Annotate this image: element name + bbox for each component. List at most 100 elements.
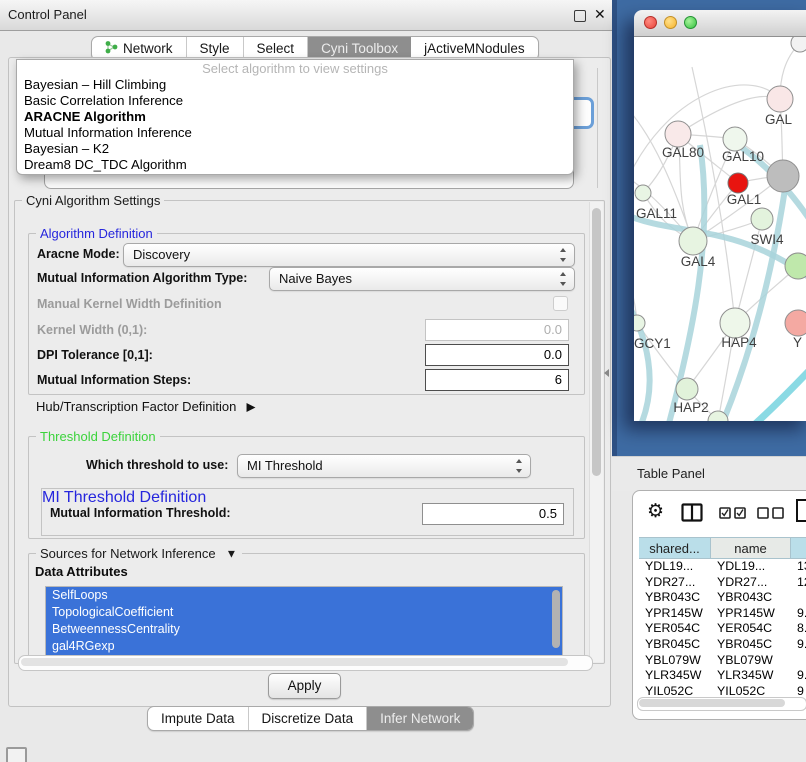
- network-node-gal4[interactable]: [679, 227, 707, 255]
- dropdown-item[interactable]: Dream8 DC_TDC Algorithm: [17, 157, 573, 173]
- mi-type-label: Mutual Information Algorithm Type:: [37, 268, 247, 289]
- mi-type-select[interactable]: Naive Bayes: [269, 267, 575, 291]
- app-root: Control Panel ✕ NetworkStyleSelectCyni T…: [0, 0, 806, 762]
- network-node-gal11[interactable]: [635, 185, 651, 201]
- manual-kernel-checkbox[interactable]: [553, 296, 568, 311]
- data-attributes-list[interactable]: SelfLoopsTopologicalCoefficientBetweenne…: [45, 586, 563, 658]
- tab-label: Infer Network: [380, 711, 460, 726]
- dropdown-item[interactable]: Basic Correlation Inference: [17, 93, 573, 109]
- which-threshold-select[interactable]: MI Threshold: [237, 454, 531, 478]
- settings-vertical-scrollbar[interactable]: [589, 202, 603, 662]
- tab-infer-network[interactable]: Infer Network: [367, 707, 473, 730]
- dropdown-item[interactable]: Mutual Information Inference: [17, 125, 573, 141]
- network-node-hap2[interactable]: [676, 378, 698, 400]
- dpi-tolerance-field[interactable]: 0.0: [425, 344, 569, 366]
- network-window[interactable]: GALGAL80GAL10GAL1GAL11SWI4GAL4GCY1HAP4YH…: [634, 10, 806, 420]
- table-horizontal-scrollbar[interactable]: [637, 697, 806, 711]
- network-canvas[interactable]: GALGAL80GAL10GAL1GAL11SWI4GAL4GCY1HAP4YH…: [634, 37, 806, 421]
- control-panel: Control Panel ✕ NetworkStyleSelectCyni T…: [0, 0, 613, 762]
- dropdown-item[interactable]: ARACNE Algorithm: [17, 109, 573, 125]
- attribute-list-item[interactable]: BetweennessCentrality: [46, 621, 562, 638]
- sources-expander[interactable]: Sources for Network Inference ▼: [36, 545, 242, 562]
- table-row[interactable]: YBR043CYBR043C: [639, 590, 806, 606]
- network-node[interactable]: [767, 160, 799, 192]
- zoom-traffic-light-icon[interactable]: [684, 16, 697, 29]
- algorithm-dropdown-popup: Select algorithm to view settings Bayesi…: [16, 59, 574, 175]
- birdseye-toggle-icon[interactable]: [6, 747, 27, 762]
- table-cell: YLR345W: [639, 668, 711, 684]
- scrollbar-thumb[interactable]: [639, 699, 785, 707]
- close-icon[interactable]: ✕: [594, 6, 606, 23]
- attribute-list-item[interactable]: TopologicalCoefficient: [46, 604, 562, 621]
- network-node-hap4[interactable]: [720, 308, 750, 338]
- node-label: GAL80: [662, 145, 704, 160]
- network-window-titlebar[interactable]: [634, 10, 806, 37]
- network-node-gal1[interactable]: [751, 208, 773, 230]
- node-label: GAL4: [681, 254, 716, 269]
- attribute-list-item[interactable]: gal4RGexp: [46, 638, 562, 655]
- table-row[interactable]: YLR345WYLR345W9.: [639, 668, 806, 684]
- table-cell: YER054C: [639, 621, 711, 637]
- minimize-traffic-light-icon[interactable]: [664, 16, 677, 29]
- network-node-gal[interactable]: [767, 86, 793, 112]
- network-node-gal80[interactable]: [665, 121, 691, 147]
- table-row[interactable]: YBL079WYBL079W: [639, 653, 806, 669]
- node-label: GAL10: [722, 149, 764, 164]
- dropdown-item[interactable]: Bayesian – K2: [17, 141, 573, 157]
- deselect-all-columns-icon[interactable]: [757, 507, 785, 519]
- table-cell: YDL19...: [639, 559, 711, 575]
- tab-impute-data[interactable]: Impute Data: [148, 707, 249, 730]
- mi-steps-field[interactable]: 6: [425, 369, 569, 391]
- table-cell: YBR043C: [711, 590, 791, 606]
- attribute-list-item[interactable]: SelfLoops: [46, 587, 562, 604]
- network-node-gcy1[interactable]: [634, 315, 645, 331]
- kernel-width-label: Kernel Width (0,1):: [37, 320, 147, 341]
- table-row[interactable]: YDR27...YDR27...12: [639, 575, 806, 591]
- table-header-row: shared... name: [639, 537, 806, 559]
- table-cell: 13: [791, 559, 806, 575]
- column-header-partial[interactable]: [791, 537, 806, 559]
- apply-button[interactable]: Apply: [268, 673, 341, 699]
- select-all-columns-icon[interactable]: [719, 507, 747, 519]
- network-node[interactable]: [791, 37, 806, 52]
- gear-icon[interactable]: ⚙: [647, 500, 664, 523]
- expanded-arrow-icon: ▼: [226, 546, 238, 561]
- hub-definition-expander[interactable]: Hub/Transcription Factor Definition ▶: [36, 399, 256, 415]
- column-header-shared-name[interactable]: shared...: [639, 537, 711, 559]
- scrollbar-thumb[interactable]: [21, 658, 568, 666]
- network-node[interactable]: [728, 173, 748, 193]
- float-window-icon[interactable]: [574, 10, 586, 22]
- aracne-mode-select[interactable]: Discovery: [123, 243, 575, 267]
- table-row[interactable]: YDL19...YDL19...13: [639, 559, 806, 575]
- stepper-arrows-icon: [559, 248, 567, 262]
- dropdown-item[interactable]: Bayesian – Hill Climbing: [17, 77, 573, 93]
- control-panel-titlebar: Control Panel ✕: [0, 0, 612, 31]
- table-cell: 9.: [791, 637, 806, 653]
- network-node-gal10[interactable]: [723, 127, 747, 151]
- table-cell: 9.: [791, 606, 806, 622]
- scrollbar-thumb[interactable]: [592, 208, 601, 476]
- network-node-swi4[interactable]: [785, 253, 806, 279]
- kernel-width-field[interactable]: 0.0: [425, 319, 569, 341]
- table-row[interactable]: YBR045CYBR045C9.: [639, 637, 806, 653]
- settings-group-title: Cyni Algorithm Settings: [22, 192, 164, 209]
- table-cell: YER054C: [711, 621, 791, 637]
- mi-type-value: Naive Bayes: [279, 271, 352, 286]
- table-row[interactable]: YER054CYER054C8.: [639, 621, 806, 637]
- split-columns-icon[interactable]: [681, 503, 703, 522]
- settings-horizontal-scrollbar[interactable]: [18, 655, 593, 671]
- sources-title: Sources for Network Inference: [40, 546, 216, 561]
- node-label: GAL1: [727, 192, 762, 207]
- list-scrollbar-thumb[interactable]: [552, 590, 560, 648]
- tab-discretize-data[interactable]: Discretize Data: [249, 707, 368, 730]
- mi-threshold-field[interactable]: 0.5: [422, 503, 564, 525]
- export-table-icon[interactable]: [795, 499, 806, 523]
- panel-divider-handle[interactable]: [604, 369, 609, 377]
- close-traffic-light-icon[interactable]: [644, 16, 657, 29]
- table-row[interactable]: YPR145WYPR145W9.: [639, 606, 806, 622]
- column-header-name[interactable]: name: [711, 537, 791, 559]
- cyni-mode-tabs: Impute DataDiscretize Data Infer Network: [147, 706, 474, 731]
- network-node-y[interactable]: [785, 310, 806, 336]
- table-panel-title: Table Panel: [637, 466, 705, 481]
- table-cell: 9.: [791, 668, 806, 684]
